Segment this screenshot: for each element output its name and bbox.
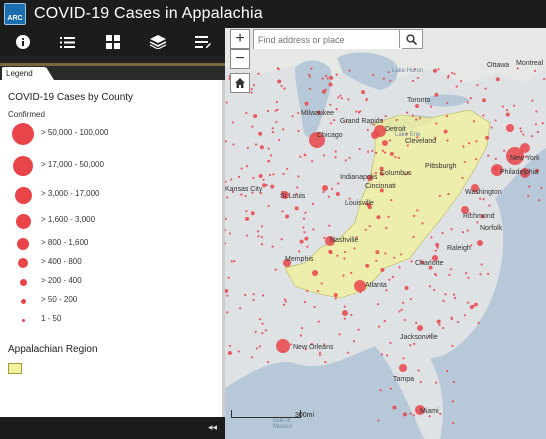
map-city-label: New York	[510, 155, 540, 162]
map-city-label: Montreal	[516, 60, 544, 67]
home-button[interactable]	[230, 73, 250, 93]
layers-icon[interactable]	[144, 30, 172, 54]
map-city-label: Nashville	[330, 237, 359, 244]
case-circle-symbol	[8, 184, 38, 206]
map-city-label: Miami	[420, 408, 439, 415]
widget-toolbar	[0, 28, 225, 56]
map-city-label: Tampa	[393, 376, 415, 383]
zoom-out-button[interactable]: −	[230, 49, 250, 69]
map-city-label: New Orleans	[293, 344, 334, 351]
legend-class-row: 1 - 50	[8, 309, 208, 331]
map-city-label: Jacksonville	[400, 334, 438, 341]
map-city-label: Cincinnati	[365, 183, 396, 190]
case-circle-symbol	[8, 309, 38, 331]
info-icon[interactable]	[9, 30, 37, 54]
legend-class-row: > 17,000 - 50,000	[8, 155, 208, 177]
edit-list-icon[interactable]	[189, 30, 217, 54]
map-city-label: Grand Rapids	[340, 118, 384, 125]
map-city-label: Ottawa	[487, 62, 510, 69]
legend-class-label: > 800 - 1,600	[41, 238, 89, 247]
case-circle-symbol	[8, 210, 38, 232]
grid-icon[interactable]	[99, 30, 127, 54]
legend-heading: COVID-19 Cases by County	[8, 92, 134, 103]
address-search[interactable]	[253, 29, 423, 49]
home-icon	[235, 78, 245, 88]
collapse-panel-icon[interactable]: ◂◂	[208, 422, 217, 433]
map-city-label: Columbus	[380, 170, 412, 177]
legend-class-row: > 1,600 - 3,000	[8, 210, 208, 232]
list-icon[interactable]	[54, 30, 82, 54]
legend-class-label: > 1,600 - 3,000	[41, 215, 96, 224]
legend-class-label: > 3,000 - 17,000	[41, 189, 100, 198]
legend-class-label: > 50 - 200	[41, 295, 78, 304]
case-circle-symbol	[8, 123, 38, 145]
map-city-label: Kansas City	[225, 186, 263, 193]
map-city-label: Cleveland	[405, 138, 437, 145]
map-city-label: Toronto	[407, 97, 431, 104]
map-city-label: Washington	[465, 189, 502, 196]
map-city-label: Philadelphia	[500, 169, 539, 176]
map-city-label: Memphis	[285, 256, 314, 263]
panel-tab-strip: Legend	[0, 66, 225, 80]
legend-class-label: 1 - 50	[41, 314, 62, 323]
scale-label: 300mi	[295, 412, 315, 419]
toolbar-divider	[0, 56, 225, 66]
map-city-label: St Louis	[280, 193, 306, 200]
search-input[interactable]	[254, 31, 402, 49]
app-header: ARC COVID-19 Cases in Appalachia	[0, 0, 546, 28]
zoom-in-button[interactable]: +	[230, 29, 250, 49]
basemap	[225, 28, 546, 439]
map-water-label: Lake Erie	[395, 132, 421, 138]
legend-panel: COVID-19 Cases by County Confirmed > 50,…	[0, 80, 223, 417]
map-water-label: Lake Huron	[392, 68, 424, 74]
arc-logo: ARC	[4, 3, 26, 25]
legend-class-label: > 17,000 - 50,000	[41, 160, 104, 169]
map-city-label: Pittsburgh	[425, 163, 457, 170]
case-circle-symbol	[8, 155, 38, 177]
map-city-label: Atlanta	[365, 282, 387, 289]
legend-class-row: > 50,000 - 100,000	[8, 123, 208, 145]
map-city-label: Chicago	[317, 132, 343, 139]
tab-legend[interactable]: Legend	[2, 67, 54, 80]
search-button[interactable]	[399, 30, 422, 48]
panel-footer: ◂◂	[0, 417, 225, 439]
map-view[interactable]: + − Ottawa Montreal Toronto Milwaukee Ch…	[225, 28, 546, 439]
legend-class-label: > 50,000 - 100,000	[41, 128, 109, 137]
map-city-label: Indianapolis	[340, 174, 378, 181]
app-title: COVID-19 Cases in Appalachia	[34, 5, 263, 22]
map-water-label: Gulf of Mexico	[273, 418, 293, 430]
map-city-label: Louisville	[345, 200, 374, 207]
legend-class-label: > 200 - 400	[41, 276, 82, 285]
map-city-label: Richmond	[463, 213, 495, 220]
search-icon	[405, 33, 417, 45]
map-city-label: Norfolk	[480, 225, 503, 232]
region-heading: Appalachian Region	[8, 344, 98, 355]
map-city-label: Charlotte	[415, 260, 444, 267]
map-city-label: Milwaukee	[301, 110, 335, 117]
legend-subheading: Confirmed	[8, 110, 45, 119]
scale-bar	[231, 410, 301, 418]
legend-class-row: > 3,000 - 17,000	[8, 184, 208, 206]
legend-class-label: > 400 - 800	[41, 257, 82, 266]
region-symbol	[8, 363, 22, 374]
map-city-label: Raleigh	[447, 245, 471, 252]
